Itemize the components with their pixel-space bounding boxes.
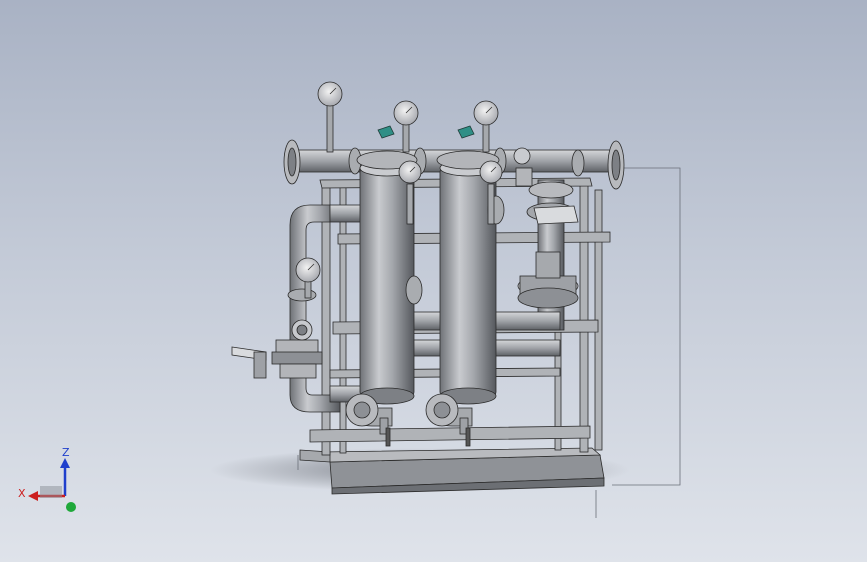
valve-handle-icon[interactable] bbox=[231, 346, 267, 379]
base-skid[interactable] bbox=[299, 447, 605, 495]
pressure-gauge-icon[interactable] bbox=[393, 100, 419, 153]
z-axis-label: Z bbox=[62, 446, 70, 459]
z-axis-arrow bbox=[60, 458, 70, 468]
x-axis-label: X bbox=[18, 487, 26, 500]
cad-viewport[interactable]: Z X bbox=[0, 0, 867, 562]
model-scene[interactable]: Z X bbox=[0, 0, 867, 562]
coordinate-triad[interactable]: Z X bbox=[18, 446, 76, 512]
pressure-gauge-icon[interactable] bbox=[317, 81, 343, 153]
x-axis-arrow bbox=[28, 491, 38, 501]
right-riser-pipe[interactable] bbox=[517, 179, 579, 331]
valve-handle-icon[interactable] bbox=[377, 125, 475, 139]
pressure-gauge-icon[interactable] bbox=[473, 100, 499, 153]
y-axis-dot bbox=[66, 502, 76, 512]
